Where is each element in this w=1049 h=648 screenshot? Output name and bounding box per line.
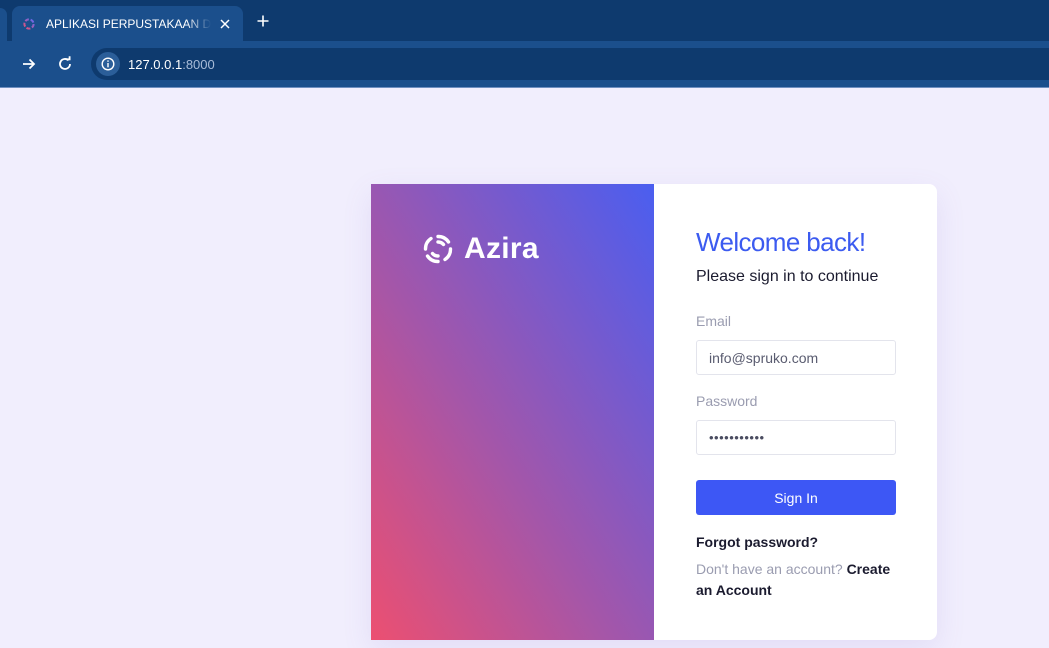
brand-panel: Azira <box>371 184 654 640</box>
brand-logo: Azira <box>422 232 539 266</box>
reload-icon <box>59 56 71 70</box>
forward-arrow-icon <box>23 58 36 70</box>
welcome-heading: Welcome back! <box>696 227 866 257</box>
no-account-text: Don't have an account? <box>696 561 847 577</box>
previous-tab-stub[interactable] <box>0 8 7 41</box>
brand-name: Azira <box>464 232 539 265</box>
login-card: Azira Welcome back! Please sign in to co… <box>371 184 937 640</box>
active-tab[interactable]: APLIKASI PERPUSTAKAAN DIGITAL <box>12 6 243 41</box>
info-icon[interactable] <box>96 52 120 76</box>
email-field[interactable] <box>696 340 896 375</box>
signin-button[interactable]: Sign In <box>696 480 896 515</box>
forgot-password-link[interactable]: Forgot password? <box>696 534 818 550</box>
address-bar[interactable]: 127.0.0.1:8000 <box>91 48 1049 80</box>
logo-favicon-icon <box>22 17 36 31</box>
browser-toolbar: 127.0.0.1:8000 <box>0 41 1049 87</box>
email-label: Email <box>696 313 732 329</box>
create-account-prompt: Don't have an account? Create an Account <box>696 559 896 601</box>
azira-logo-icon <box>423 234 453 264</box>
close-icon[interactable] <box>217 16 233 32</box>
toolbar-divider <box>0 87 1049 88</box>
tab-title: APLIKASI PERPUSTAKAAN DIGITAL <box>46 16 212 31</box>
new-tab-button[interactable] <box>253 11 273 31</box>
reload-button[interactable] <box>53 52 77 76</box>
url-text[interactable]: 127.0.0.1:8000 <box>128 57 215 72</box>
url-port: :8000 <box>182 56 215 72</box>
browser-tab-strip: APLIKASI PERPUSTAKAAN DIGITAL <box>0 0 1049 41</box>
plus-icon <box>257 15 269 27</box>
signin-subtitle: Please sign in to continue <box>696 268 879 285</box>
forward-button[interactable] <box>17 52 41 76</box>
password-label: Password <box>696 393 758 409</box>
url-host: 127.0.0.1 <box>128 56 183 72</box>
password-field[interactable] <box>696 420 896 455</box>
